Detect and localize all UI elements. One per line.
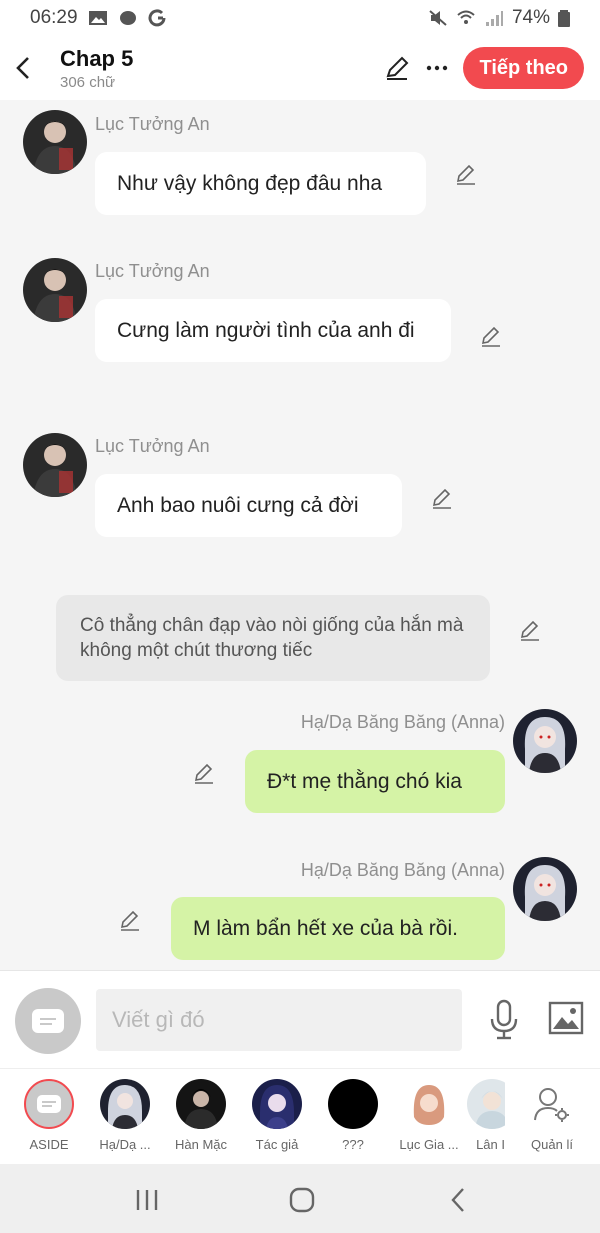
recent-apps-icon[interactable] bbox=[134, 1188, 160, 1212]
character-avatar bbox=[252, 1079, 302, 1129]
character-selector: ASIDE Hạ/Dạ ... Hàn Mặc Tác giả ??? Lục … bbox=[0, 1068, 600, 1164]
gallery-icon bbox=[88, 11, 107, 25]
character-label: Hạ/Dạ ... bbox=[99, 1137, 151, 1152]
avatar-image bbox=[23, 433, 87, 497]
chapter-header: Chap 5 306 chữ Tiếp theo bbox=[0, 36, 600, 100]
character-avatar bbox=[176, 1079, 226, 1129]
back-button[interactable] bbox=[0, 36, 46, 100]
edit-message-icon[interactable] bbox=[453, 161, 479, 187]
character-tac-gia[interactable]: Tác giả bbox=[239, 1079, 315, 1152]
avatar-luc-tuong-an[interactable] bbox=[23, 258, 87, 322]
aside-icon bbox=[32, 1009, 64, 1033]
android-nav-bar bbox=[0, 1164, 600, 1233]
character-avatar bbox=[100, 1079, 150, 1129]
character-label: Lân I bbox=[476, 1137, 505, 1152]
character-label: Lục Gia ... bbox=[399, 1137, 459, 1152]
character-luc-gia[interactable]: Lục Gia ... bbox=[391, 1079, 467, 1152]
word-count: 306 chữ bbox=[60, 73, 116, 91]
google-icon bbox=[148, 9, 166, 27]
character-label: Hàn Mặc bbox=[174, 1137, 228, 1152]
avatar-image bbox=[23, 110, 87, 174]
character-han-mac[interactable]: Hàn Mặc bbox=[163, 1079, 239, 1152]
character-lan[interactable]: Lân I bbox=[467, 1079, 505, 1152]
edit-icon[interactable] bbox=[383, 54, 411, 82]
mute-icon bbox=[429, 10, 447, 26]
status-bar: 06:29 74% bbox=[0, 0, 600, 36]
chevron-left-icon bbox=[16, 57, 29, 79]
battery-icon bbox=[558, 10, 570, 27]
message-input[interactable] bbox=[96, 989, 462, 1051]
battery-percent: 74% bbox=[511, 7, 550, 28]
character-avatar bbox=[467, 1079, 505, 1129]
avatar-image bbox=[513, 709, 577, 773]
character-avatar bbox=[328, 1079, 378, 1129]
sender-name: Lục Tưởng An bbox=[95, 436, 210, 456]
wifi-icon bbox=[457, 10, 475, 24]
avatar-ha-da-bang-bang[interactable] bbox=[513, 709, 577, 773]
message-bubble[interactable]: Đ*t mẹ thằng chó kia bbox=[245, 750, 505, 813]
sender-name: Lục Tưởng An bbox=[95, 114, 210, 134]
microphone-icon[interactable] bbox=[487, 999, 521, 1041]
edit-message-icon[interactable] bbox=[478, 323, 504, 349]
avatar-luc-tuong-an[interactable] bbox=[23, 433, 87, 497]
edit-message-icon[interactable] bbox=[517, 617, 543, 643]
image-icon[interactable] bbox=[548, 1001, 584, 1035]
sender-name: Hạ/Dạ Băng Băng (Anna) bbox=[300, 860, 505, 880]
back-nav-icon[interactable] bbox=[448, 1186, 468, 1214]
more-icon[interactable] bbox=[425, 54, 449, 82]
aside-icon bbox=[37, 1095, 61, 1113]
character-label: Quản lí bbox=[531, 1137, 573, 1152]
home-icon[interactable] bbox=[288, 1186, 316, 1214]
sender-name: Hạ/Dạ Băng Băng (Anna) bbox=[300, 712, 505, 732]
character-avatar bbox=[404, 1079, 454, 1129]
character-ha-da[interactable]: Hạ/Dạ ... bbox=[87, 1079, 163, 1152]
character-unknown[interactable]: ??? bbox=[315, 1079, 391, 1152]
avatar-luc-tuong-an[interactable] bbox=[23, 110, 87, 174]
user-settings-icon bbox=[534, 1088, 569, 1122]
avatar-ha-da-bang-bang[interactable] bbox=[513, 857, 577, 921]
message-bubble[interactable]: Anh bao nuôi cưng cả đời bbox=[95, 474, 402, 537]
character-aside[interactable]: ASIDE bbox=[11, 1079, 87, 1152]
narration-bubble[interactable]: Cô thẳng chân đạp vào nòi giống của hắn … bbox=[56, 595, 490, 681]
message-bubble[interactable]: Cưng làm người tình của anh đi bbox=[95, 299, 451, 362]
chat-area: Lục Tưởng An Như vậy không đẹp đâu nha L… bbox=[0, 100, 600, 970]
aside-toggle-button[interactable] bbox=[15, 988, 81, 1054]
avatar-image bbox=[513, 857, 577, 921]
character-label: Tác giả bbox=[255, 1137, 299, 1152]
edit-message-icon[interactable] bbox=[117, 907, 143, 933]
character-label: ASIDE bbox=[29, 1137, 69, 1152]
next-chapter-button[interactable]: Tiếp theo bbox=[463, 47, 584, 89]
message-bubble[interactable]: Như vậy không đẹp đâu nha bbox=[95, 152, 426, 215]
edit-message-icon[interactable] bbox=[191, 760, 217, 786]
manage-avatar bbox=[527, 1079, 577, 1129]
sender-name: Lục Tưởng An bbox=[95, 261, 210, 281]
avatar-image bbox=[23, 258, 87, 322]
aside-avatar bbox=[24, 1079, 74, 1129]
character-label: ??? bbox=[342, 1137, 364, 1152]
signal-icon bbox=[485, 11, 503, 26]
manage-characters-button[interactable]: Quản lí bbox=[514, 1079, 590, 1152]
page-title: Chap 5 bbox=[60, 45, 134, 71]
status-time: 06:29 bbox=[30, 7, 78, 28]
edit-message-icon[interactable] bbox=[429, 485, 455, 511]
message-composer bbox=[0, 970, 600, 1068]
message-bubble[interactable]: M làm bẩn hết xe của bà rồi. bbox=[171, 897, 505, 960]
chat-bubble-icon bbox=[119, 11, 136, 25]
